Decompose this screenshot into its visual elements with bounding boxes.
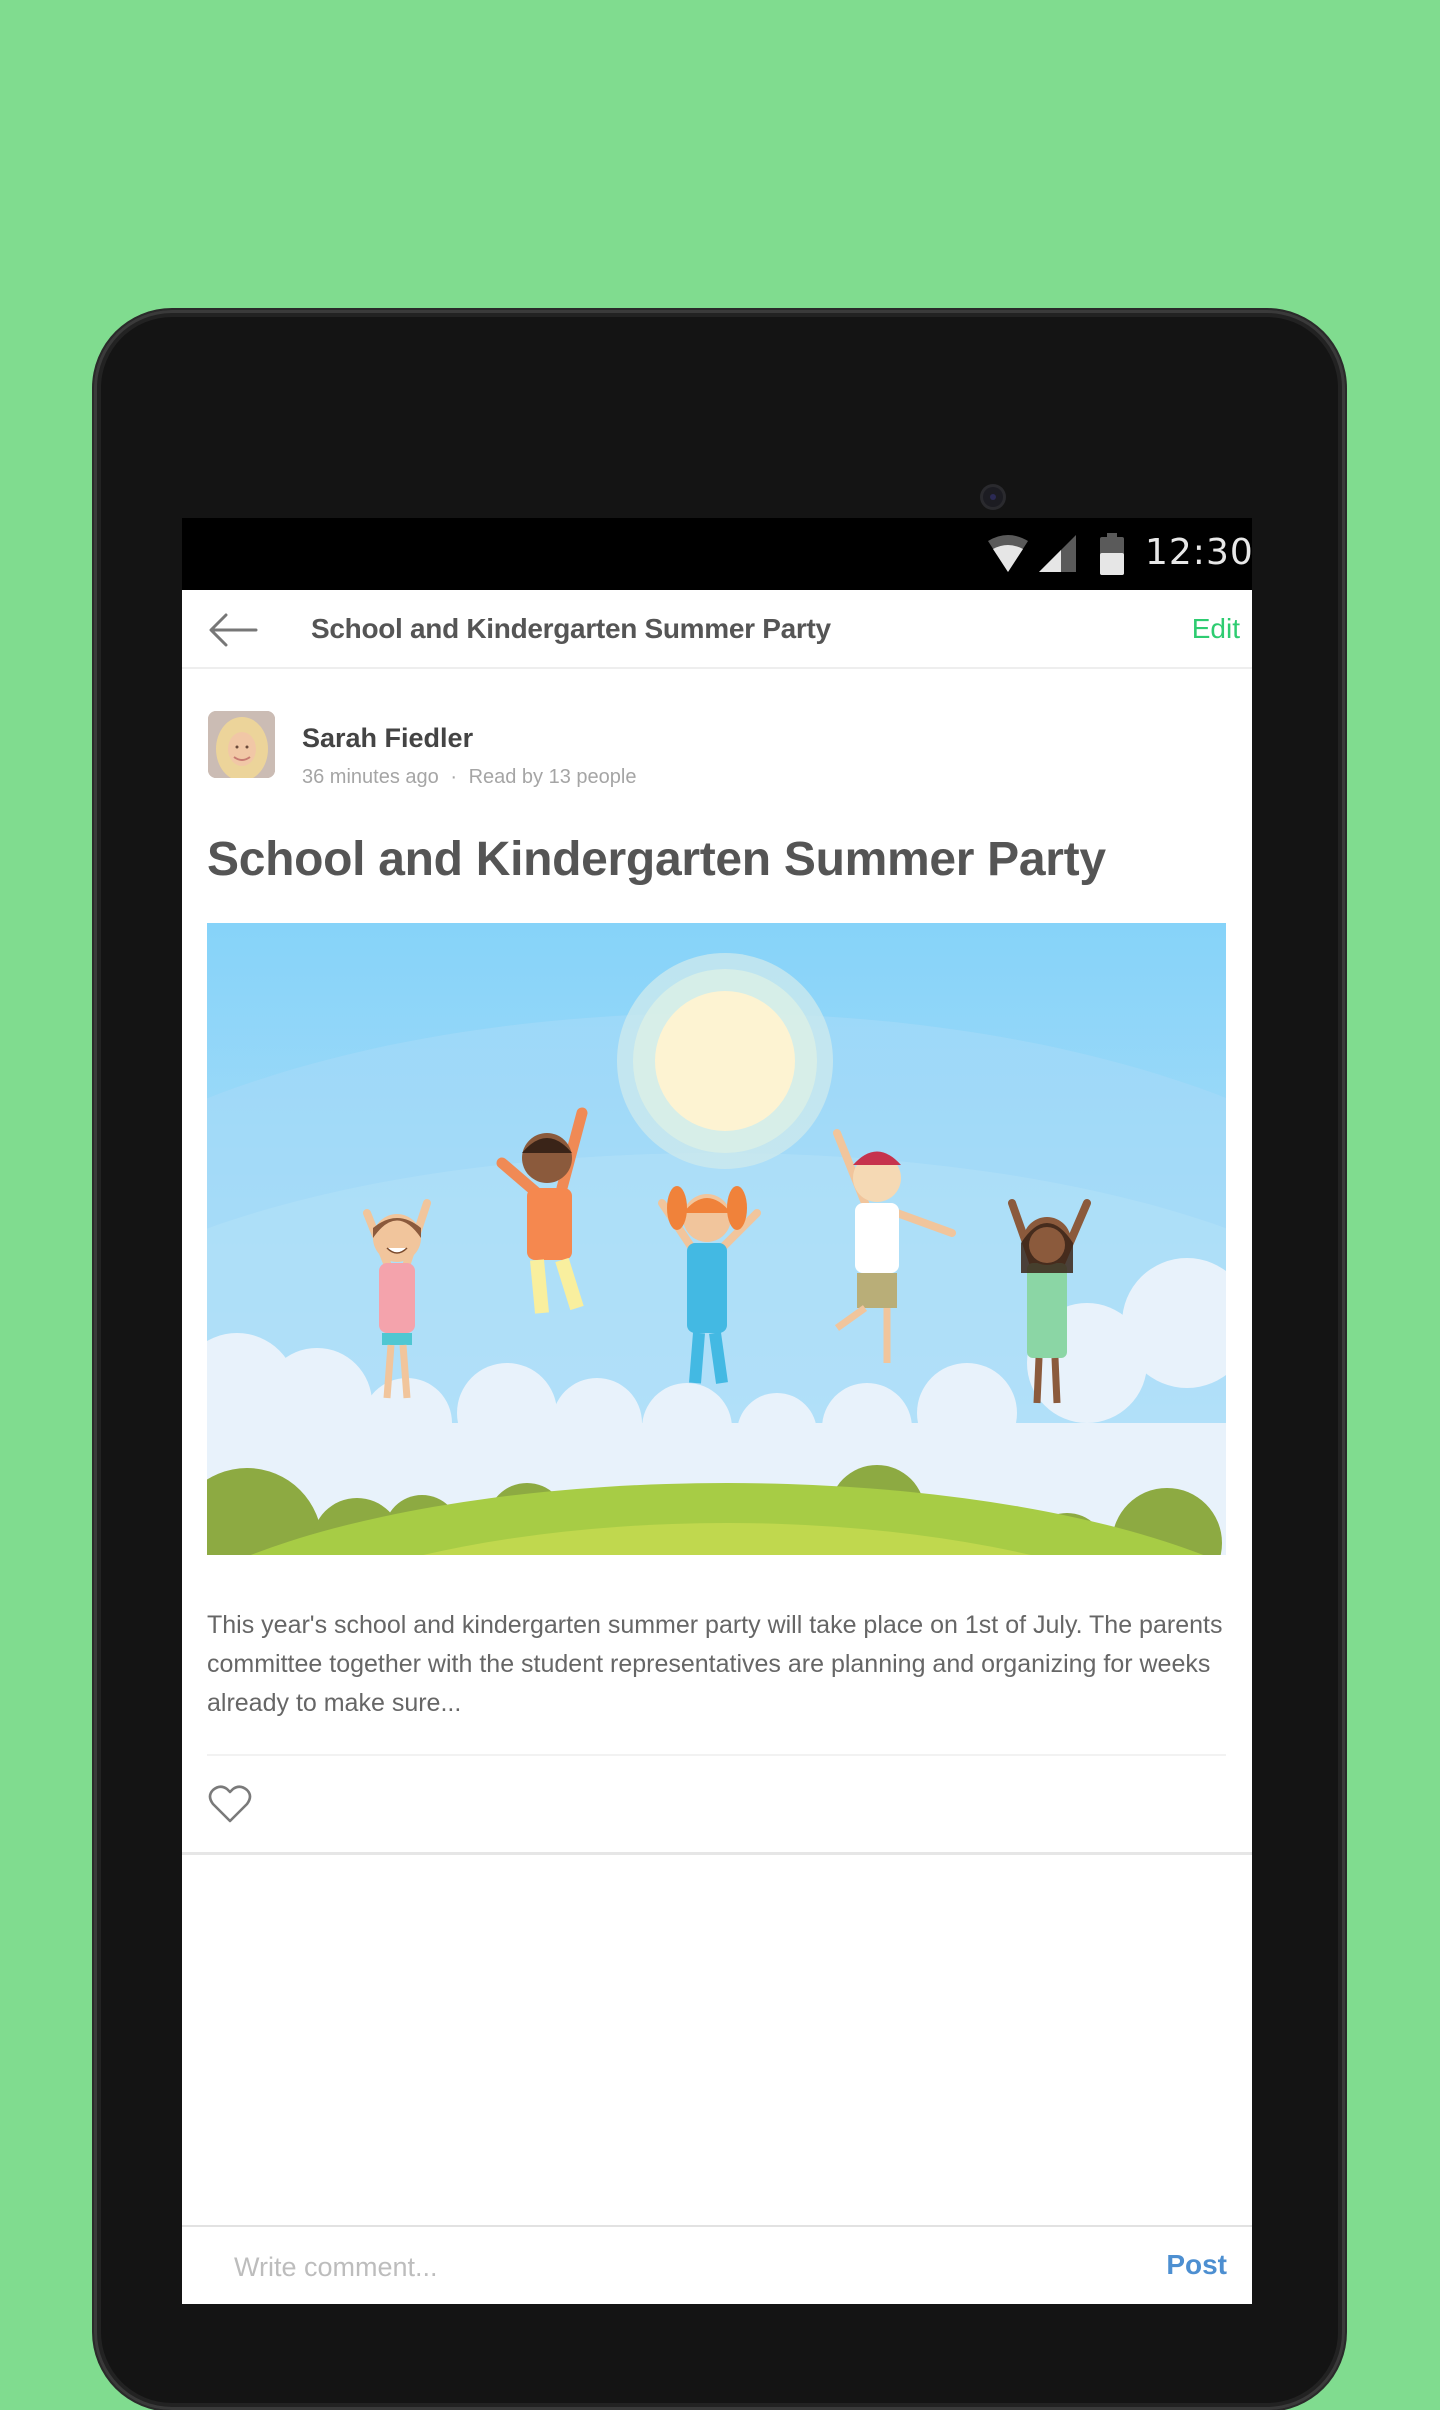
heart-outline-icon[interactable] (208, 1784, 252, 1824)
author-name[interactable]: Sarah Fiedler (302, 723, 473, 754)
edit-button[interactable]: Edit (1192, 613, 1240, 645)
status-bar: 12:30 (182, 518, 1252, 590)
battery-icon (1100, 533, 1124, 575)
app-screen: 12:30 School and Kindergarten Summer Par… (182, 518, 1252, 2304)
post-time: 36 minutes ago (302, 766, 439, 788)
divider (182, 1852, 1252, 1855)
cell-signal-icon (1039, 535, 1076, 572)
comment-bar: Post (182, 2225, 1252, 2304)
front-camera (983, 487, 1003, 507)
avatar[interactable] (208, 711, 275, 778)
post-body: This year's school and kindergarten summ… (207, 1611, 1223, 1717)
arrow-left-icon[interactable] (208, 612, 258, 648)
divider (207, 1754, 1226, 1756)
post-title: School and Kindergarten Summer Party (207, 833, 1106, 886)
sun (655, 991, 795, 1131)
post-image[interactable] (207, 923, 1226, 1555)
status-time: 12:30 (1145, 532, 1252, 573)
read-count[interactable]: Read by 13 people (469, 766, 637, 788)
post-meta: 36 minutes ago · Read by 13 people (302, 766, 636, 789)
wifi-icon (988, 535, 1028, 572)
app-bar-title: School and Kindergarten Summer Party (311, 613, 831, 644)
comment-input[interactable] (234, 2245, 1014, 2289)
meta-separator: · (450, 766, 457, 788)
post-comment-button[interactable]: Post (1166, 2249, 1227, 2281)
app-bar: School and Kindergarten Summer Party Edi… (182, 590, 1252, 669)
